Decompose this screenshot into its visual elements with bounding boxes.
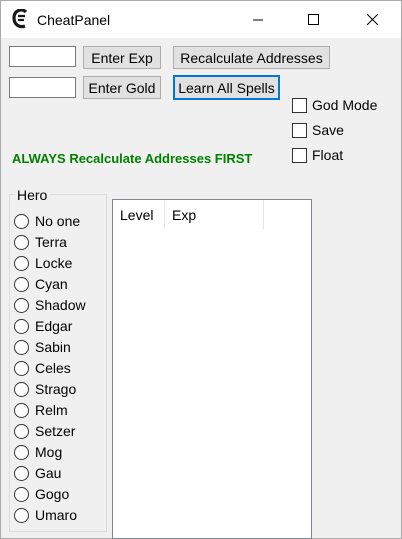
radio-circle[interactable] — [14, 381, 29, 397]
close-icon — [366, 14, 378, 25]
radio-hero-mog[interactable]: Mog — [14, 443, 62, 461]
radio-hero-gau[interactable]: Gau — [14, 464, 61, 482]
radio-label: Terra — [35, 234, 67, 250]
enter-gold-button[interactable]: Enter Gold — [83, 76, 161, 99]
level-exp-listview[interactable]: Level Exp — [112, 199, 312, 539]
column-header-level[interactable]: Level — [113, 200, 165, 229]
checkbox-label: God Mode — [312, 97, 378, 113]
radio-circle[interactable] — [14, 234, 29, 250]
radio-hero-relm[interactable]: Relm — [14, 401, 68, 419]
radio-circle[interactable] — [14, 486, 29, 502]
radio-hero-no-one[interactable]: No one — [14, 212, 80, 230]
radio-circle[interactable] — [14, 465, 29, 481]
radio-circle[interactable] — [14, 423, 29, 439]
title-bar[interactable]: CheatPanel — [1, 1, 401, 38]
warning-label: ALWAYS Recalculate Addresses FIRST — [12, 151, 253, 166]
learn-all-spells-button[interactable]: Learn All Spells — [173, 75, 280, 100]
radio-circle[interactable] — [14, 276, 29, 292]
radio-label: Locke — [35, 255, 73, 271]
minimize-button[interactable] — [235, 1, 281, 38]
radio-label: Strago — [35, 381, 77, 397]
window-title: CheatPanel — [37, 12, 111, 28]
column-header-exp[interactable]: Exp — [165, 200, 264, 229]
radio-hero-shadow[interactable]: Shadow — [14, 296, 86, 314]
radio-hero-celes[interactable]: Celes — [14, 359, 71, 377]
cheat-engine-icon — [12, 9, 28, 29]
god-mode-checkbox[interactable]: God Mode — [292, 96, 377, 114]
radio-hero-gogo[interactable]: Gogo — [14, 485, 69, 503]
radio-label: Sabin — [35, 339, 71, 355]
radio-label: Cyan — [35, 276, 68, 292]
radio-label: Mog — [35, 444, 63, 460]
radio-hero-strago[interactable]: Strago — [14, 380, 76, 398]
checkbox-box[interactable] — [292, 97, 307, 113]
radio-circle[interactable] — [14, 318, 29, 334]
enter-exp-button[interactable]: Enter Exp — [83, 46, 161, 69]
hero-groupbox-title: Hero — [15, 187, 50, 203]
radio-label: Shadow — [35, 297, 86, 313]
radio-label: Edgar — [35, 318, 73, 334]
radio-label: Gogo — [35, 486, 70, 502]
gold-input[interactable] — [9, 77, 76, 98]
maximize-button[interactable] — [290, 1, 336, 38]
radio-circle[interactable] — [14, 255, 29, 271]
radio-hero-setzer[interactable]: Setzer — [14, 422, 75, 440]
radio-hero-locke[interactable]: Locke — [14, 254, 72, 272]
maximize-icon — [307, 14, 319, 25]
radio-label: Gau — [35, 465, 62, 481]
minimize-icon — [253, 19, 263, 20]
radio-label: Celes — [35, 360, 71, 376]
close-button[interactable] — [349, 1, 395, 38]
radio-circle[interactable] — [14, 213, 29, 229]
save-checkbox[interactable]: Save — [292, 121, 344, 139]
radio-label: Umaro — [35, 507, 78, 523]
float-checkbox[interactable]: Float — [292, 146, 343, 164]
radio-circle[interactable] — [14, 339, 29, 355]
radio-label: Relm — [35, 402, 68, 418]
radio-hero-umaro[interactable]: Umaro — [14, 506, 77, 524]
radio-circle[interactable] — [14, 360, 29, 376]
radio-hero-terra[interactable]: Terra — [14, 233, 67, 251]
recalculate-addresses-button[interactable]: Recalculate Addresses — [173, 46, 330, 69]
radio-circle[interactable] — [14, 444, 29, 460]
radio-circle[interactable] — [14, 507, 29, 523]
checkbox-label: Float — [312, 147, 344, 163]
cheat-panel-window: CheatPanel Enter Exp Recalculate Address… — [0, 0, 402, 539]
checkbox-label: Save — [312, 122, 344, 138]
radio-circle[interactable] — [14, 402, 29, 418]
radio-hero-edgar[interactable]: Edgar — [14, 317, 72, 335]
radio-hero-cyan[interactable]: Cyan — [14, 275, 68, 293]
exp-input[interactable] — [9, 46, 76, 67]
radio-label: Setzer — [35, 423, 76, 439]
radio-label: No one — [35, 213, 81, 229]
checkbox-box[interactable] — [292, 147, 307, 163]
radio-circle[interactable] — [14, 297, 29, 313]
checkbox-box[interactable] — [292, 122, 307, 138]
radio-hero-sabin[interactable]: Sabin — [14, 338, 71, 356]
